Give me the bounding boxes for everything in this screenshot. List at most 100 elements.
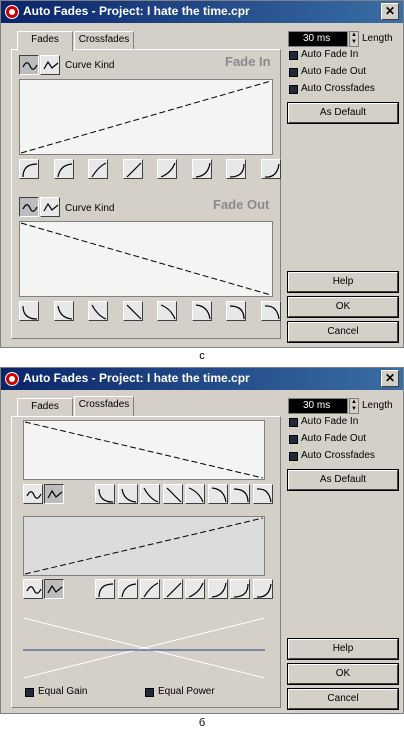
fade-in-preset-2[interactable] <box>53 159 74 179</box>
auto-crossfades-checkbox[interactable] <box>289 452 298 461</box>
fade-shape-preset-icon <box>22 163 38 178</box>
auto-fade-out-label: Auto Fade Out <box>301 433 367 444</box>
crossfade-in-preset-6[interactable] <box>207 579 228 599</box>
tab-crossfades[interactable]: Crossfades <box>74 31 134 49</box>
help-button[interactable]: Help <box>287 638 399 660</box>
auto-fades-dialog-crossfades: Auto Fades - Project: I hate the time.cp… <box>0 367 404 714</box>
damped-spline-button[interactable] <box>40 55 60 75</box>
fade-in-preset-7[interactable] <box>226 159 246 179</box>
tab-fades[interactable]: Fades <box>17 31 73 51</box>
close-button[interactable]: ✕ <box>381 370 399 387</box>
spline-curve-button-out[interactable] <box>19 197 39 217</box>
fade-in-preset-8[interactable] <box>260 159 281 179</box>
fade-shape-preset-icon <box>233 583 249 598</box>
auto-fade-in-checkbox[interactable] <box>289 418 298 427</box>
fade-shape-preset-icon <box>143 582 159 598</box>
damped-spline-button-xf-in[interactable] <box>44 579 64 599</box>
spline-curve-button-xf-in[interactable] <box>23 579 43 599</box>
crossfade-in-preset-3[interactable] <box>140 579 160 599</box>
fade-in-label: Fade In <box>225 54 271 69</box>
crossfade-in-preset-8[interactable] <box>252 579 273 599</box>
fade-in-preset-3[interactable] <box>88 159 108 179</box>
auto-fades-dialog-fades: Auto Fades - Project: I hate the time.cp… <box>0 0 404 348</box>
auto-fade-out-checkbox[interactable] <box>289 68 298 77</box>
equal-power-label: Equal Power <box>158 686 215 697</box>
fade-shape-preset-icon <box>256 488 272 503</box>
crossfade-in-preset-7[interactable] <box>230 579 250 599</box>
fade-out-preset-4[interactable] <box>122 301 143 321</box>
fade-shape-preset-icon <box>120 488 136 503</box>
crossfade-out-preset-3[interactable] <box>140 484 160 504</box>
fade-shape-preset-icon <box>195 162 211 178</box>
title-bar[interactable]: Auto Fades - Project: I hate the time.cp… <box>1 1 403 23</box>
spline-curve-button-xf-out[interactable] <box>23 484 43 504</box>
crossfade-out-preset-4[interactable] <box>162 484 183 504</box>
crossfade-out-preset-7[interactable] <box>230 484 250 504</box>
ok-button[interactable]: OK <box>287 296 399 318</box>
auto-fade-in-label: Auto Fade In <box>301 49 359 60</box>
help-button[interactable]: Help <box>287 271 399 293</box>
fade-out-preset-3[interactable] <box>88 301 108 321</box>
spline-curve-icon <box>26 491 42 499</box>
crossfade-in-preset-4[interactable] <box>162 579 183 599</box>
crossfade-summary-graph <box>22 617 266 679</box>
crossfade-out-graph[interactable] <box>23 420 265 480</box>
auto-crossfades-label: Auto Crossfades <box>301 450 375 461</box>
fade-out-preset-6[interactable] <box>191 301 212 321</box>
fade-in-graph[interactable] <box>19 79 273 155</box>
length-field[interactable]: 30 ms <box>288 398 348 414</box>
crossfade-out-preset-8[interactable] <box>252 484 273 504</box>
fade-out-graph[interactable] <box>19 221 273 297</box>
title-bar[interactable]: Auto Fades - Project: I hate the time.cp… <box>1 368 403 390</box>
auto-fade-in-checkbox[interactable] <box>289 51 298 60</box>
length-label: Length <box>362 33 393 44</box>
fade-shape-preset-icon <box>143 487 159 503</box>
crossfade-in-preset-1[interactable] <box>95 579 115 599</box>
fade-shape-preset-icon <box>160 304 176 320</box>
crossfade-out-preset-1[interactable] <box>95 484 115 504</box>
fade-out-preset-7[interactable] <box>226 301 246 321</box>
fade-shape-preset-icon <box>166 487 181 503</box>
fade-shape-preset-icon <box>211 487 227 503</box>
as-default-button[interactable]: As Default <box>287 102 399 124</box>
fade-in-preset-5[interactable] <box>157 159 177 179</box>
crossfade-in-preset-5[interactable] <box>185 579 205 599</box>
crossfade-out-preset-6[interactable] <box>207 484 228 504</box>
close-button[interactable]: ✕ <box>381 3 399 20</box>
length-spinner[interactable]: ▲ ▼ <box>349 398 359 414</box>
equal-power-checkbox[interactable] <box>145 688 154 697</box>
cancel-button[interactable]: Cancel <box>287 321 399 343</box>
crossfade-out-preset-5[interactable] <box>185 484 205 504</box>
auto-fade-out-checkbox[interactable] <box>289 435 298 444</box>
cancel-button[interactable]: Cancel <box>287 688 399 710</box>
fade-in-preset-4[interactable] <box>122 159 143 179</box>
fade-out-preset-5[interactable] <box>157 301 177 321</box>
fade-in-preset-6[interactable] <box>191 159 212 179</box>
as-default-button[interactable]: As Default <box>287 469 399 491</box>
damped-spline-button-xf-out[interactable] <box>44 484 64 504</box>
ok-button[interactable]: OK <box>287 663 399 685</box>
fade-shape-preset-icon <box>160 162 176 178</box>
length-field[interactable]: 30 ms <box>288 31 348 47</box>
fade-out-preset-2[interactable] <box>53 301 74 321</box>
tab-fades[interactable]: Fades <box>17 398 73 416</box>
equal-gain-checkbox[interactable] <box>25 688 34 697</box>
fade-out-label: Fade Out <box>213 197 270 212</box>
spline-curve-button[interactable] <box>19 55 39 75</box>
fade-shape-preset-icon <box>233 488 249 503</box>
damped-spline-button-out[interactable] <box>40 197 60 217</box>
auto-crossfades-label: Auto Crossfades <box>301 83 375 94</box>
fade-out-preset-1[interactable] <box>19 301 39 321</box>
crossfade-in-preset-2[interactable] <box>117 579 138 599</box>
fade-out-preset-8[interactable] <box>260 301 281 321</box>
length-spinner[interactable]: ▲ ▼ <box>349 31 359 47</box>
fade-shape-preset-icon <box>98 583 114 598</box>
tab-crossfades[interactable]: Crossfades <box>74 396 134 416</box>
auto-crossfades-checkbox[interactable] <box>289 85 298 94</box>
crossfade-out-preset-2[interactable] <box>117 484 138 504</box>
fade-shape-preset-icon <box>91 304 107 320</box>
fade-in-preset-1[interactable] <box>19 159 39 179</box>
crossfade-in-graph[interactable] <box>23 516 265 576</box>
fade-shape-preset-icon <box>188 582 204 598</box>
figure-caption-a: c <box>199 350 205 362</box>
